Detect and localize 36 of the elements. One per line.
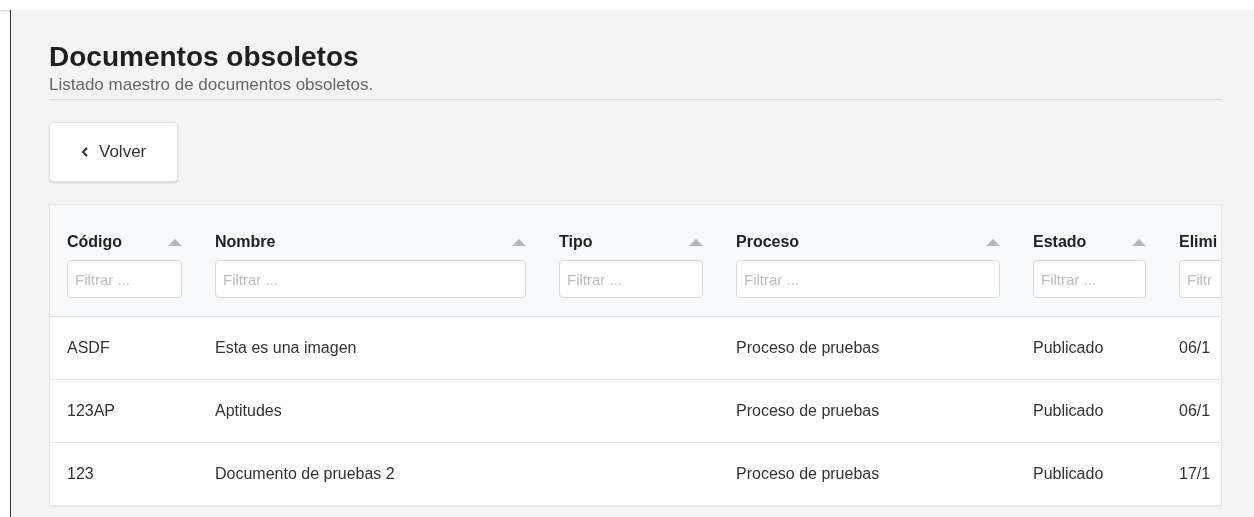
page-subtitle: Listado maestro de documentos obsoletos. <box>49 74 374 96</box>
table-cell: Publicado <box>1033 338 1104 356</box>
column-header[interactable]: Tipo <box>559 230 593 254</box>
filter-field[interactable]: Filtrar ... <box>559 260 703 298</box>
chevron-left-icon <box>81 147 89 157</box>
table-cell: 06/1 <box>1179 401 1211 419</box>
filter-field[interactable]: Filtrar ... <box>67 260 182 298</box>
table-cell: ASDF <box>67 338 110 356</box>
table-cell: 123 <box>67 464 94 482</box>
sort-up-icon[interactable] <box>1132 238 1146 246</box>
column-header[interactable]: Elimi <box>1179 230 1218 254</box>
table-cell: Proceso de pruebas <box>736 338 880 356</box>
table-cell: Aptitudes <box>215 401 282 419</box>
sort-up-icon[interactable] <box>168 238 182 246</box>
table-cell: Documento de pruebas 2 <box>215 464 395 482</box>
back-button[interactable]: Volver <box>49 122 179 182</box>
column-header[interactable]: Proceso <box>736 230 800 254</box>
sort-up-icon[interactable] <box>689 238 703 246</box>
sort-up-icon[interactable] <box>512 238 526 246</box>
table-cell: Proceso de pruebas <box>736 401 880 419</box>
column-header[interactable]: Estado <box>1033 230 1087 254</box>
table-cell: 06/1 <box>1179 338 1211 356</box>
table-cell: 123AP <box>67 401 116 419</box>
column-header[interactable]: Código <box>67 230 123 254</box>
filter-field[interactable]: Filtrar ... <box>1033 260 1146 298</box>
table-cell: Esta es una imagen <box>215 338 357 356</box>
table-cell: Publicado <box>1033 401 1104 419</box>
table-cell: Publicado <box>1033 464 1104 482</box>
sort-up-icon[interactable] <box>986 238 1000 246</box>
page-title: Documentos obsoletos <box>49 40 359 74</box>
filter-field[interactable]: Filtrar ... <box>215 260 526 298</box>
filter-field[interactable]: Filtrar ... <box>736 260 1000 298</box>
table-cell: 17/1 <box>1179 464 1211 482</box>
filter-field[interactable]: Filtr <box>1179 260 1221 298</box>
column-header[interactable]: Nombre <box>215 230 276 254</box>
table-cell: Proceso de pruebas <box>736 464 880 482</box>
